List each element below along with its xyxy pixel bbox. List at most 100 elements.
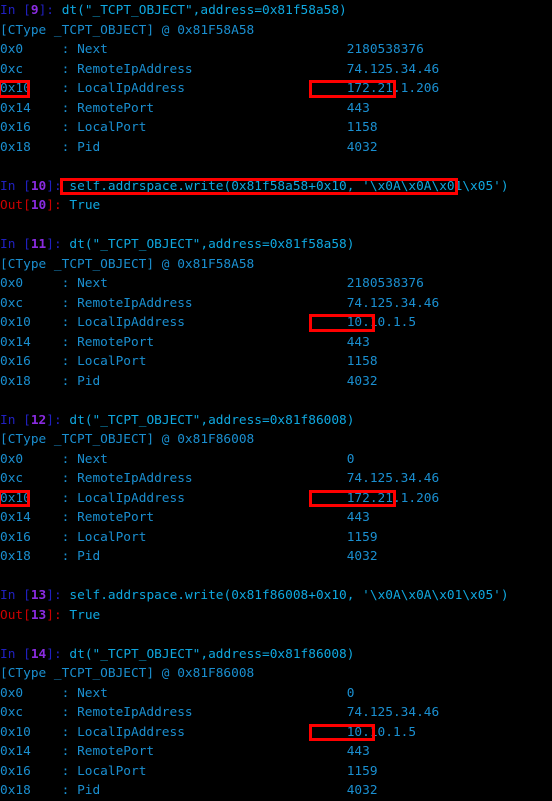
struct-header-text: [CType _TCPT_OBJECT] @ 0x81F58A58	[0, 256, 255, 272]
struct-field-row: 0x16 : LocalPort 1158	[0, 352, 552, 372]
command-text[interactable]: self.addrspace.write(0x81f58a58+0x10, '\…	[69, 179, 508, 194]
field-value: 10.10.1.5	[184, 315, 417, 330]
struct-field-row: 0x0 : Next 0	[0, 684, 552, 704]
struct-header-text: [CType _TCPT_OBJECT] @ 0x81F58A58	[0, 22, 255, 38]
field-offset: 0x16	[0, 529, 31, 545]
field-name: LocalIpAddress	[69, 315, 185, 330]
field-separator: :	[30, 100, 70, 116]
prompt-out-label: Out	[0, 607, 24, 623]
field-name: Pid	[69, 139, 101, 155]
prompt-colon: :	[46, 3, 62, 18]
field-separator: :	[30, 139, 70, 155]
struct-header-text: [CType _TCPT_OBJECT] @ 0x81F86008	[0, 432, 255, 447]
field-value: 1158	[146, 120, 378, 135]
field-value: 4032	[100, 549, 378, 564]
struct-header-line: [CType _TCPT_OBJECT] @ 0x81F58A58	[0, 21, 552, 41]
field-separator: :	[30, 334, 70, 350]
struct-header-line: [CType _TCPT_OBJECT] @ 0x81F86008	[0, 430, 552, 450]
command-text[interactable]: dt("_TCPT_OBJECT",address=0x81f86008)	[69, 647, 354, 662]
field-name: RemotePort	[69, 744, 155, 759]
field-name: Pid	[69, 373, 101, 389]
prompt-out-label: Out	[0, 198, 24, 213]
command-text[interactable]: self.addrspace.write(0x81f86008+0x10, '\…	[69, 588, 508, 603]
field-name: LocalIpAddress	[69, 490, 185, 506]
struct-field-row: 0x10 : LocalIpAddress 172.21.1.206	[0, 79, 552, 99]
field-offset: 0x0	[0, 451, 24, 467]
field-name: RemoteIpAddress	[69, 295, 193, 311]
field-name: LocalPort	[69, 529, 147, 545]
prompt-number: 11	[30, 237, 47, 252]
terminal-console[interactable]: In [9]: dt("_TCPT_OBJECT",address=0x81f5…	[0, 0, 552, 798]
prompt-bracket-open: [	[23, 178, 31, 194]
field-name: Pid	[69, 783, 101, 798]
prompt-bracket-open: [	[23, 3, 31, 18]
field-separator: :	[23, 471, 70, 486]
field-value: 1159	[146, 529, 378, 545]
prompt-number: 9	[30, 3, 39, 18]
command-text[interactable]: dt("_TCPT_OBJECT",address=0x81f58a58)	[69, 237, 354, 252]
field-name: RemotePort	[69, 510, 155, 525]
struct-field-row: 0x0 : Next 2180538376	[0, 40, 552, 60]
field-value: 74.125.34.46	[192, 705, 440, 720]
out-bracket-close: ]	[46, 198, 54, 213]
command-text[interactable]: dt("_TCPT_OBJECT",address=0x81f86008)	[69, 413, 354, 428]
struct-field-row: 0x14 : RemotePort 443	[0, 508, 552, 528]
field-separator: :	[23, 276, 70, 291]
field-name: Next	[69, 451, 108, 467]
field-offset: 0x10	[0, 490, 31, 506]
struct-header-line: [CType _TCPT_OBJECT] @ 0x81F86008	[0, 664, 552, 684]
field-offset: 0x10	[0, 81, 31, 96]
field-offset: 0x14	[0, 100, 31, 116]
field-separator: :	[23, 61, 70, 77]
input-prompt-line: In [13]: self.addrspace.write(0x81f86008…	[0, 586, 552, 606]
field-separator: :	[30, 724, 70, 740]
prompt-colon: :	[53, 412, 70, 428]
field-separator: :	[23, 685, 70, 701]
field-value: 2180538376	[107, 276, 424, 291]
field-value: 2180538376	[107, 42, 424, 57]
struct-field-row: 0x16 : LocalPort 1158	[0, 118, 552, 138]
prompt-bracket-close: ]	[46, 178, 54, 194]
field-separator: :	[23, 451, 70, 467]
struct-field-row: 0x16 : LocalPort 1159	[0, 762, 552, 782]
prompt-in-label: In	[0, 3, 24, 18]
field-separator: :	[30, 783, 70, 798]
field-value: 1159	[146, 763, 378, 779]
out-colon: :	[53, 607, 70, 623]
out-number: 13	[30, 607, 47, 623]
field-offset: 0x16	[0, 763, 31, 779]
field-separator: :	[23, 705, 70, 720]
field-separator: :	[30, 490, 70, 506]
prompt-number: 10	[30, 178, 47, 194]
field-name: Next	[69, 685, 108, 701]
prompt-bracket-close: ]	[46, 412, 54, 428]
prompt-colon: :	[53, 588, 70, 603]
field-offset: 0xc	[0, 471, 24, 486]
input-prompt-line: In [14]: dt("_TCPT_OBJECT",address=0x81f…	[0, 645, 552, 665]
field-offset: 0x18	[0, 549, 31, 564]
struct-field-row: 0x14 : RemotePort 443	[0, 99, 552, 119]
field-offset: 0x14	[0, 510, 31, 525]
field-offset: 0x10	[0, 724, 31, 740]
field-separator: :	[30, 373, 70, 389]
prompt-number: 12	[30, 412, 47, 428]
field-name: RemoteIpAddress	[69, 705, 193, 720]
struct-field-row: 0xc : RemoteIpAddress 74.125.34.46	[0, 294, 552, 314]
field-name: LocalIpAddress	[69, 81, 185, 96]
command-text[interactable]: dt("_TCPT_OBJECT",address=0x81f58a58)	[62, 3, 347, 18]
field-separator: :	[23, 295, 70, 311]
input-prompt-line: In [11]: dt("_TCPT_OBJECT",address=0x81f…	[0, 235, 552, 255]
field-offset: 0x0	[0, 276, 24, 291]
struct-field-row: 0x10 : LocalIpAddress 10.10.1.5	[0, 313, 552, 333]
field-value: 0	[107, 685, 355, 701]
field-value: 4032	[100, 139, 378, 155]
prompt-in-label: In	[0, 412, 24, 428]
field-offset: 0xc	[0, 295, 24, 311]
field-offset: 0x10	[0, 315, 31, 330]
struct-field-row: 0x0 : Next 2180538376	[0, 274, 552, 294]
prompt-number: 14	[30, 646, 47, 662]
out-bracket-open: [	[23, 607, 31, 623]
struct-field-row: 0x10 : LocalIpAddress 172.21.1.206	[0, 489, 552, 509]
out-bracket-close: ]	[46, 607, 54, 623]
field-offset: 0x16	[0, 354, 31, 369]
